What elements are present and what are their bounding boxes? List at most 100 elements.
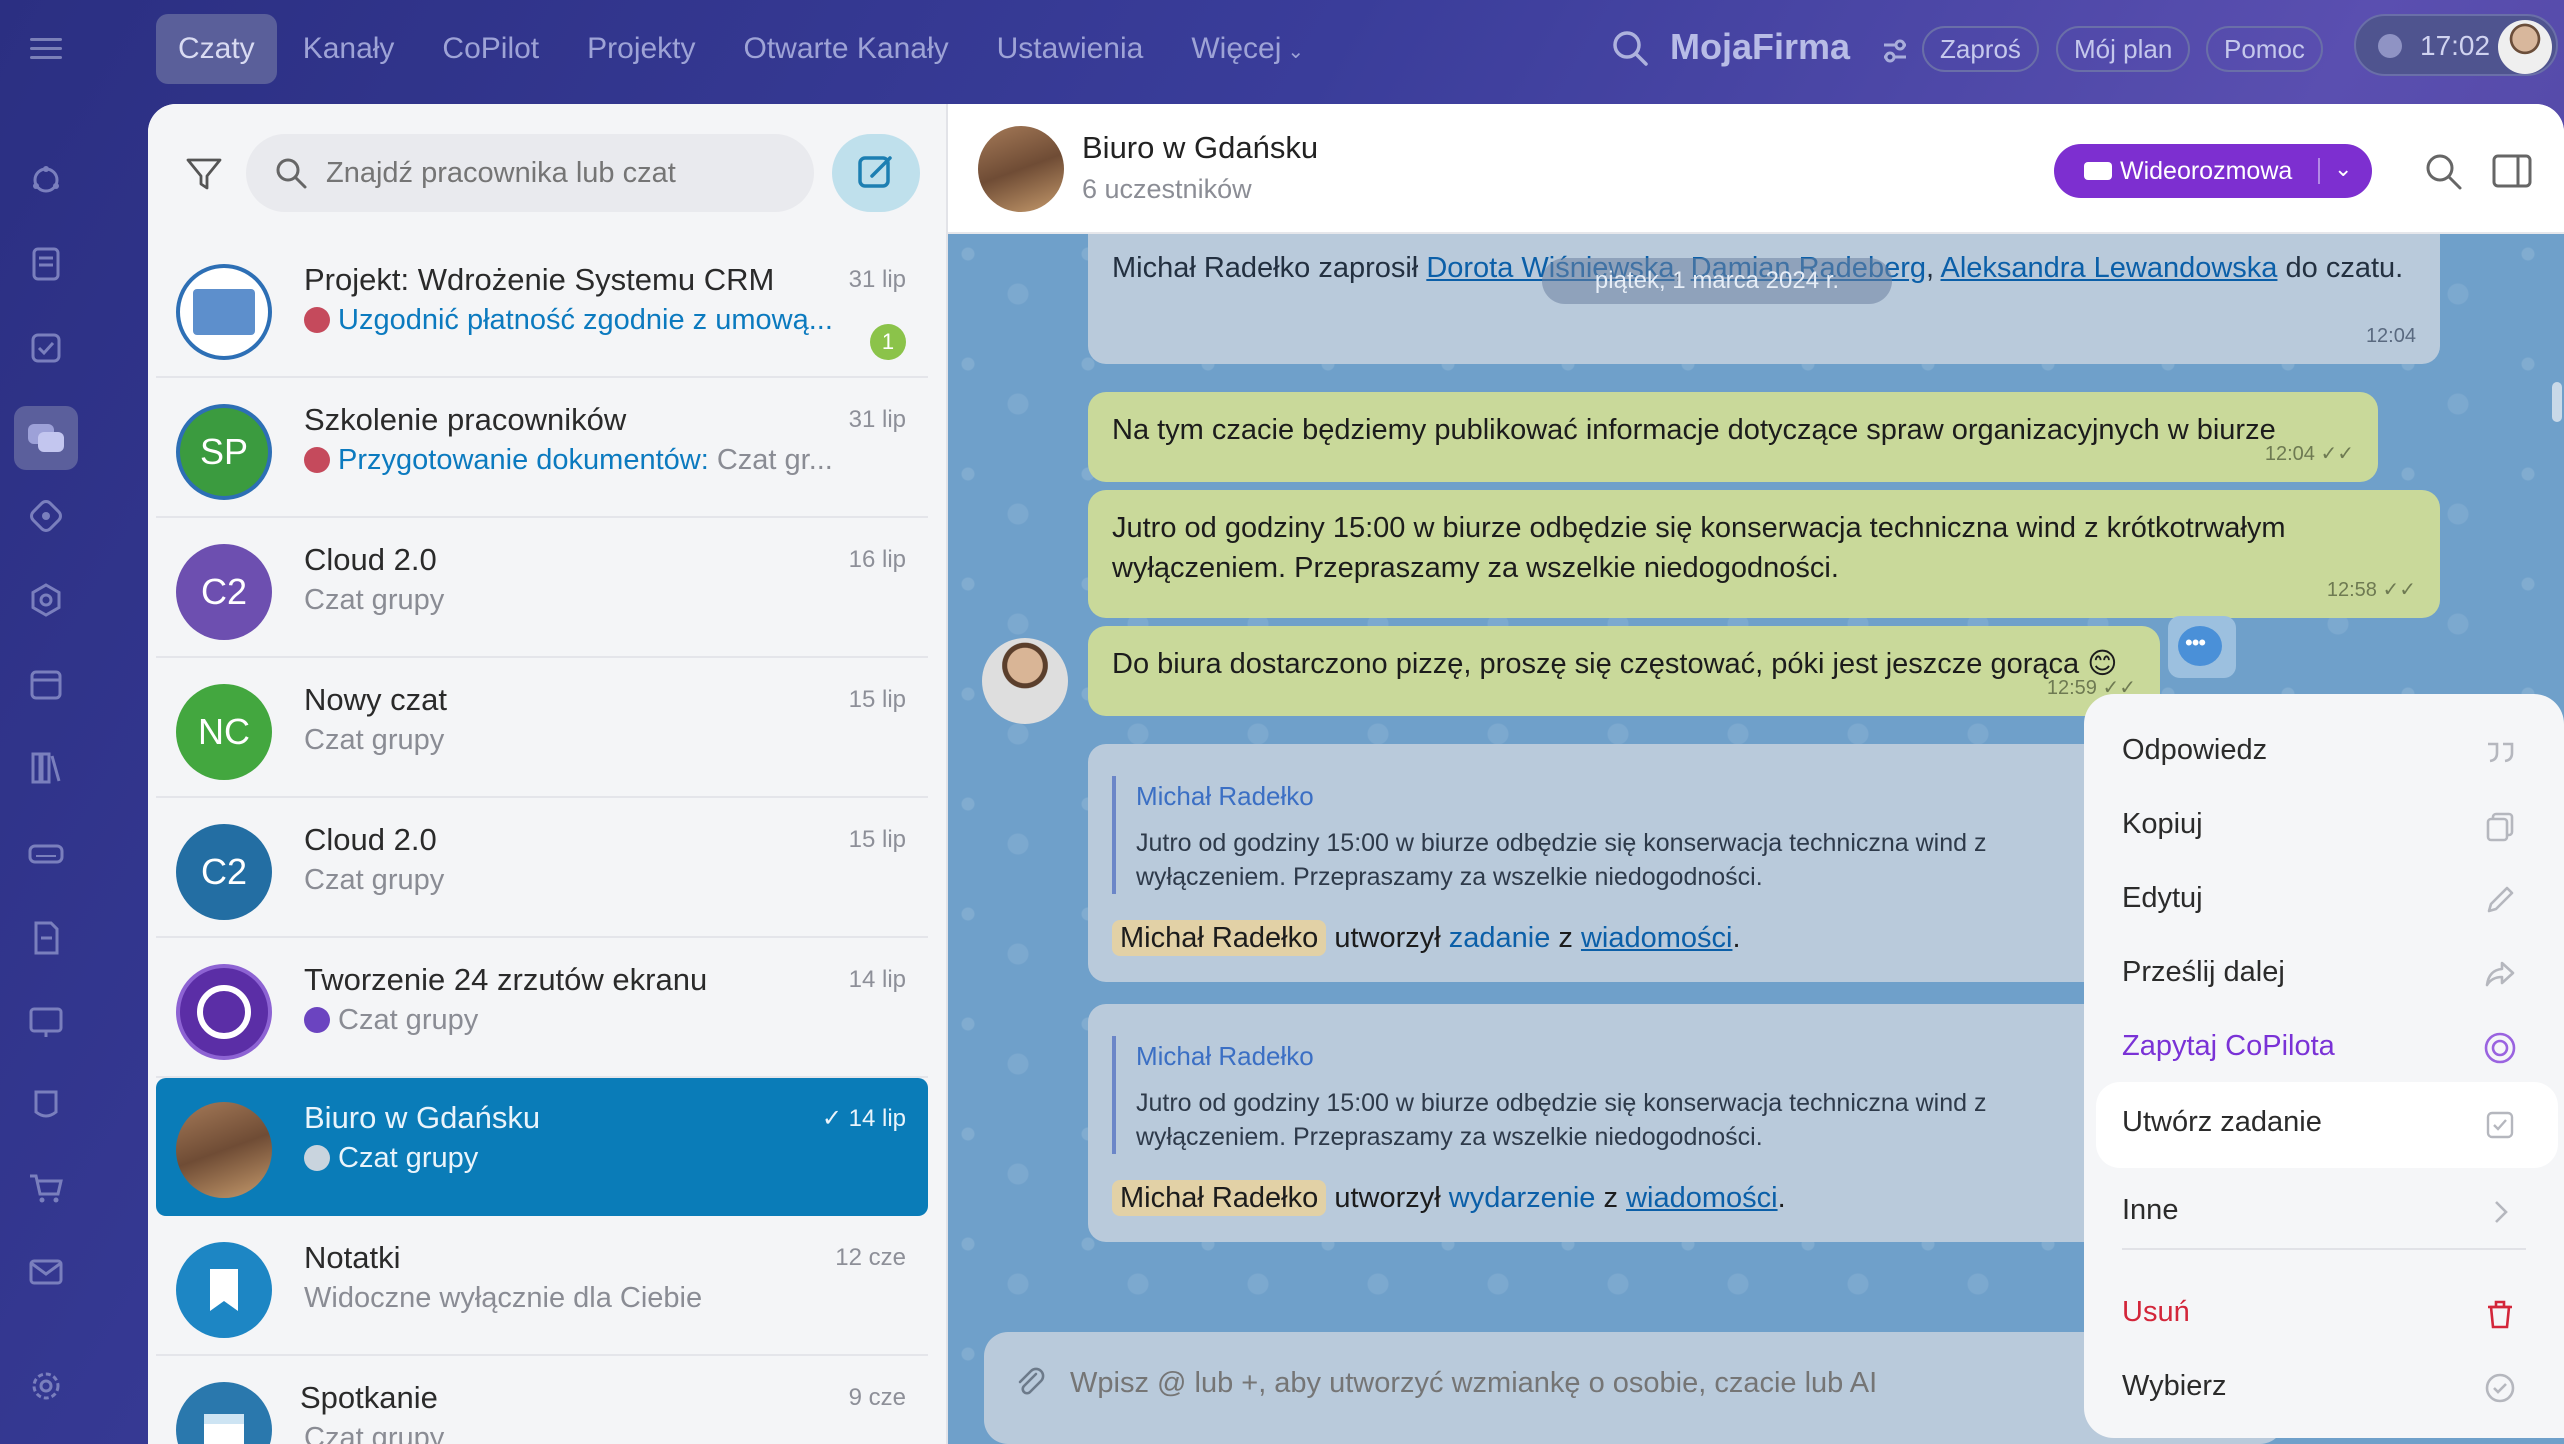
user-chip[interactable]: Michał Radełko: [1112, 1180, 1327, 1216]
chat-item-meeting[interactable]: Spotkanie 9 cze Czat grupy: [156, 1358, 928, 1444]
quoted-message[interactable]: Michał Radełko Jutro od godziny 15:00 w …: [1112, 776, 1987, 894]
event-link[interactable]: wydarzenie: [1449, 1182, 1596, 1214]
chat-item-date: ✓ 14 lip: [821, 1105, 906, 1132]
chat-item-preview: Czat grupy: [304, 724, 445, 756]
chat-participants[interactable]: 6 uczestników: [1082, 174, 1252, 205]
hamburger-menu-icon[interactable]: [30, 32, 62, 62]
sidebar-item-chats[interactable]: [14, 406, 78, 470]
new-chat-button[interactable]: [832, 134, 920, 212]
user-avatar[interactable]: [2498, 20, 2552, 74]
user-chip[interactable]: Michał Radełko: [1112, 920, 1327, 956]
checkbox-icon: [2482, 1107, 2518, 1143]
chevron-down-icon[interactable]: ⌄: [2334, 156, 2352, 182]
search-icon[interactable]: [2422, 150, 2464, 192]
sparkle-icon: [30, 500, 62, 532]
menu-item-other[interactable]: Inne: [2084, 1174, 2564, 1248]
tab-czaty[interactable]: Czaty: [156, 14, 277, 84]
chat-title[interactable]: Biuro w Gdańsku: [1082, 130, 1318, 166]
chat-item-preview: Czat grupy: [304, 1422, 445, 1444]
filter-icon[interactable]: [184, 154, 224, 194]
chat-item-name: Nowy czat: [304, 682, 447, 717]
my-plan-button[interactable]: Mój plan: [2056, 26, 2191, 72]
tab-otwarte-kanaly[interactable]: Otwarte Kanały: [722, 14, 971, 84]
paperclip-icon[interactable]: [1014, 1366, 1048, 1400]
menu-item-delete[interactable]: Usuń: [2084, 1276, 2564, 1350]
shield-icon: [34, 1090, 58, 1118]
message-text: Do biura dostarczono pizzę, proszę się c…: [1112, 648, 2080, 680]
current-time: 17:02: [2420, 30, 2491, 61]
message-bubble[interactable]: Na tym czacie będziemy publikować inform…: [1088, 392, 2378, 482]
sender-avatar[interactable]: [982, 638, 1068, 724]
sidebar-item-calendar[interactable]: [22, 660, 70, 708]
quoted-message[interactable]: Michał Radełko Jutro od godziny 15:00 w …: [1112, 1036, 1987, 1154]
video-call-button[interactable]: Wideorozmowa ⌄: [2054, 144, 2372, 198]
copilot-icon: [304, 1007, 330, 1033]
menu-item-create-task[interactable]: Utwórz zadanie: [2096, 1082, 2558, 1168]
project-avatar: [176, 264, 272, 360]
message-text: Na tym czacie będziemy publikować inform…: [1112, 414, 2276, 446]
sidebar-item-settings[interactable]: [22, 1362, 70, 1410]
task-link[interactable]: zadanie: [1449, 922, 1551, 954]
help-button[interactable]: Pomoc: [2206, 26, 2323, 72]
message-time: 12:04: [2365, 325, 2416, 347]
message-bubble[interactable]: Do biura dostarczono pizzę, proszę się c…: [1088, 626, 2160, 716]
chat-item-preview: Czat grupy: [304, 584, 445, 616]
chat-avatar[interactable]: [978, 126, 1064, 212]
menu-item-ask-copilot[interactable]: Zapytaj CoPilota: [2084, 1010, 2564, 1084]
chat-item-gdansk-office[interactable]: Biuro w Gdańsku ✓ 14 lip Czat grupy: [156, 1078, 928, 1216]
sliders-icon[interactable]: [1880, 36, 1910, 66]
chat-item-date: 16 lip: [848, 546, 906, 573]
sidebar-item-drive[interactable]: [22, 830, 70, 878]
chat-item-preview: Czat grupy: [304, 864, 445, 896]
message-bubble[interactable]: Jutro od godziny 15:00 w biurze odbędzie…: [1088, 490, 2440, 618]
chat-item-new-chat[interactable]: NC Nowy czat 15 lip Czat grupy: [156, 660, 928, 798]
chat-item-date: 31 lip: [848, 266, 906, 293]
invite-button[interactable]: Zaproś: [1922, 26, 2039, 72]
message-input[interactable]: [1070, 1360, 2250, 1406]
chat-item-training[interactable]: SP Szkolenie pracowników 31 lip Przygoto…: [156, 380, 928, 518]
cart-icon: [30, 1174, 63, 1203]
tab-ustawienia[interactable]: Ustawienia: [975, 14, 1166, 84]
menu-item-copy[interactable]: Kopiuj: [2084, 788, 2564, 862]
mention-link[interactable]: Aleksandra Lewandowska: [1941, 252, 2278, 284]
side-panel-icon[interactable]: [2492, 154, 2532, 188]
menu-item-select[interactable]: Wybierz: [2084, 1350, 2564, 1424]
sidebar-item-files[interactable]: [22, 914, 70, 962]
chat-search-input[interactable]: [326, 152, 786, 194]
message-context-menu: Odpowiedz Kopiuj Edytuj Prześlij dalej Z…: [2084, 694, 2564, 1438]
scrollbar-thumb[interactable]: [2552, 382, 2562, 422]
menu-item-forward[interactable]: Prześlij dalej: [2084, 936, 2564, 1010]
menu-item-reply[interactable]: Odpowiedz: [2084, 714, 2564, 788]
menu-item-edit[interactable]: Edytuj: [2084, 862, 2564, 936]
work-time-widget[interactable]: 17:02: [2354, 14, 2558, 76]
chat-item-cloud-2[interactable]: C2 Cloud 2.0 15 lip Czat grupy: [156, 800, 928, 938]
tab-copilot[interactable]: CoPilot: [420, 14, 561, 84]
tab-wiecej[interactable]: Więcej ⌄: [1169, 14, 1326, 84]
source-message-link[interactable]: wiadomości: [1581, 922, 1733, 954]
brand-name: MojaFirma: [1670, 26, 1851, 67]
sidebar-item-documents[interactable]: [22, 240, 70, 288]
source-message-link[interactable]: wiadomości: [1626, 1182, 1778, 1214]
chat-item-notes[interactable]: Notatki 12 cze Widoczne wyłącznie dla Ci…: [156, 1218, 928, 1356]
chat-list-header: [148, 104, 948, 234]
sidebar-item-tasks[interactable]: [22, 324, 70, 372]
search-icon[interactable]: [1610, 28, 1650, 68]
sidebar-item-copilot[interactable]: [22, 492, 70, 540]
tab-projekty[interactable]: Projekty: [565, 14, 717, 84]
sidebar-item-sites[interactable]: [22, 998, 70, 1046]
chat-avatar: C2: [176, 824, 272, 920]
sidebar-item-shop[interactable]: [22, 1164, 70, 1212]
sidebar-item-feed[interactable]: [22, 156, 70, 204]
chat-search-box[interactable]: [246, 134, 814, 212]
sidebar-item-crm[interactable]: [22, 576, 70, 624]
chat-item-crm-project[interactable]: Projekt: Wdrożenie Systemu CRM 31 lip Uz…: [156, 240, 928, 378]
chat-item-screenshots[interactable]: Tworzenie 24 zrzutów ekranu 14 lip Czat …: [156, 940, 928, 1078]
drive-icon: [28, 844, 64, 864]
message-more-button[interactable]: [2168, 616, 2236, 678]
sidebar-item-knowledge[interactable]: [22, 744, 70, 792]
sidebar-item-automation[interactable]: [22, 1080, 70, 1128]
sidebar-item-mail[interactable]: [22, 1248, 70, 1296]
tab-kanaly[interactable]: Kanały: [281, 14, 417, 84]
chat-item-cloud-1[interactable]: C2 Cloud 2.0 16 lip Czat grupy: [156, 520, 928, 658]
chat-item-date: 15 lip: [848, 826, 906, 853]
